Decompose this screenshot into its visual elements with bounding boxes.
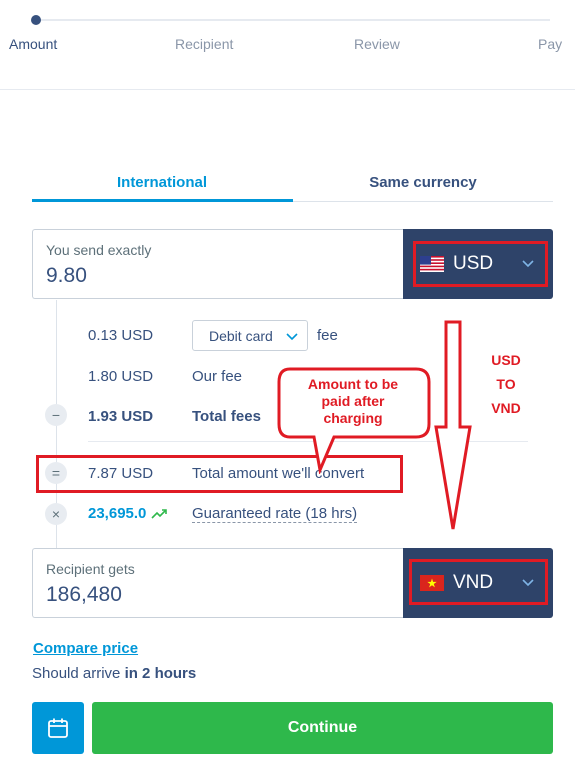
arrival-time: in 2 hours <box>124 665 197 682</box>
minus-icon: − <box>45 404 67 426</box>
annotation-usd-box <box>413 241 548 287</box>
card-fee-amount: 0.13 USD <box>88 327 154 344</box>
conversion-line-2: TO <box>496 376 516 392</box>
send-amount-field[interactable]: You send exactly 9.80 <box>32 229 404 299</box>
payment-method-select[interactable]: Debit card <box>192 320 308 351</box>
exchange-rate-value: 23,695.0 <box>88 505 147 522</box>
annotation-callout-text: Amount to be paid after charging <box>284 376 422 427</box>
tab-international[interactable]: International <box>32 174 292 191</box>
conversion-line-1: USD <box>491 352 521 368</box>
our-fee-label: Our fee <box>192 368 243 385</box>
guaranteed-rate-link[interactable]: Guaranteed rate (18 hrs) <box>192 505 358 523</box>
step-review[interactable]: Review <box>354 36 400 52</box>
card-fee-suffix: fee <box>317 327 338 344</box>
trend-up-icon <box>150 509 167 519</box>
schedule-button[interactable] <box>32 702 84 754</box>
tab-same-currency[interactable]: Same currency <box>293 174 553 191</box>
header-divider <box>0 89 575 90</box>
send-amount-input[interactable]: 9.80 <box>46 264 87 288</box>
times-icon: × <box>45 503 67 525</box>
exchange-rate: 23,695.0 <box>88 505 167 522</box>
annotation-vnd-box <box>409 559 548 605</box>
tab-baseline <box>293 201 553 202</box>
callout-line-2: paid after <box>321 393 385 409</box>
recipient-amount-input[interactable]: 186,480 <box>46 583 122 607</box>
total-fees-label: Total fees <box>192 408 261 425</box>
conversion-line-3: VND <box>491 400 521 416</box>
step-amount[interactable]: Amount <box>9 36 57 52</box>
callout-line-1: Amount to be <box>307 376 399 392</box>
send-amount-label: You send exactly <box>46 242 152 258</box>
continue-button[interactable]: Continue <box>92 702 553 754</box>
chevron-down-icon <box>286 333 298 341</box>
callout-line-3: charging <box>323 410 383 426</box>
annotation-down-arrow <box>434 320 472 530</box>
arrival-prefix: Should arrive <box>32 665 125 682</box>
our-fee-amount: 1.80 USD <box>88 368 154 385</box>
step-recipient[interactable]: Recipient <box>175 36 233 52</box>
calendar-icon <box>48 718 68 738</box>
annotation-conversion-text: USD TO VND <box>478 348 534 420</box>
active-tab-indicator <box>32 199 293 202</box>
step-pay[interactable]: Pay <box>538 36 562 52</box>
arrival-estimate: Should arrive in 2 hours <box>32 665 196 682</box>
payment-method-value: Debit card <box>209 328 273 344</box>
recipient-amount-label: Recipient gets <box>46 561 135 577</box>
recipient-amount-field[interactable]: Recipient gets 186,480 <box>32 548 404 618</box>
total-fees-amount: 1.93 USD <box>88 408 154 425</box>
stepper-current-dot <box>31 15 41 25</box>
stepper-track <box>36 19 550 21</box>
compare-price-link[interactable]: Compare price <box>33 640 138 657</box>
